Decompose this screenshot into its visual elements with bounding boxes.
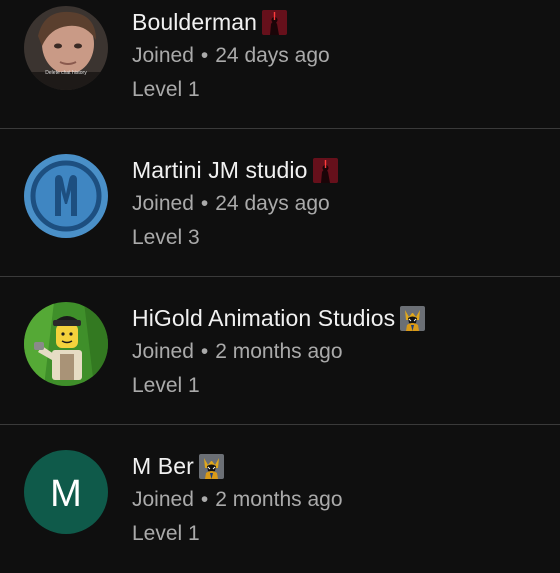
joined-time: 24 days ago [215,44,330,67]
joined-info: Joined • 24 days ago [132,192,330,216]
separator-dot: • [200,340,209,363]
member-level: Level 1 [132,374,200,397]
divider [0,128,560,129]
wolverine-badge-icon [400,305,426,331]
separator-dot: • [200,488,209,511]
joined-info: Joined • 24 days ago [132,44,330,68]
joined-label: Joined [132,340,194,363]
wolverine-badge-icon [198,453,224,479]
avatar-caption: Delete chat history [45,70,87,76]
letter-avatar[interactable]: M [24,450,108,534]
joined-time: 2 months ago [215,488,343,511]
member-level: Level 1 [132,78,200,101]
blue-m-logo-avatar[interactable] [24,154,108,238]
joined-label: Joined [132,192,194,215]
joined-time: 2 months ago [215,340,343,363]
joined-info: Joined • 2 months ago [132,340,343,364]
avatar-letter: M [50,473,82,515]
member-level: Level 3 [132,226,200,249]
member-row[interactable]: Martini JM studio Joined • 24 days ago Lev… [0,130,560,277]
member-name[interactable]: M Ber [132,453,194,480]
member-row[interactable]: Delete chat history Boulderman Joined • 24… [0,0,560,129]
separator-dot: • [200,192,209,215]
separator-dot: • [200,44,209,67]
member-list: Delete chat history Boulderman Joined • 24… [0,0,560,560]
member-name[interactable]: Martini JM studio [132,157,308,184]
member-name-row: HiGold Animation Studios [132,300,426,336]
red-dark-figure-badge-icon [312,157,338,183]
member-name[interactable]: Boulderman [132,9,257,36]
divider [0,424,560,425]
member-row[interactable]: M M Ber Joined • 2 months ago Level 1 [0,426,560,573]
joined-label: Joined [132,44,194,67]
joined-info: Joined • 2 months ago [132,488,343,512]
member-level: Level 1 [132,522,200,545]
member-name-row: M Ber [132,448,224,484]
red-dark-figure-badge-icon [262,9,288,35]
member-name[interactable]: HiGold Animation Studios [132,305,395,332]
member-name-row: Boulderman [132,4,288,40]
lego-minifigure-avatar[interactable] [24,302,108,386]
divider [0,276,560,277]
joined-label: Joined [132,488,194,511]
member-row[interactable]: HiGold Animation Studios Joined • 2 months… [0,278,560,425]
joined-time: 24 days ago [215,192,330,215]
member-name-row: Martini JM studio [132,152,338,188]
face-photo-avatar[interactable]: Delete chat history [24,6,108,90]
